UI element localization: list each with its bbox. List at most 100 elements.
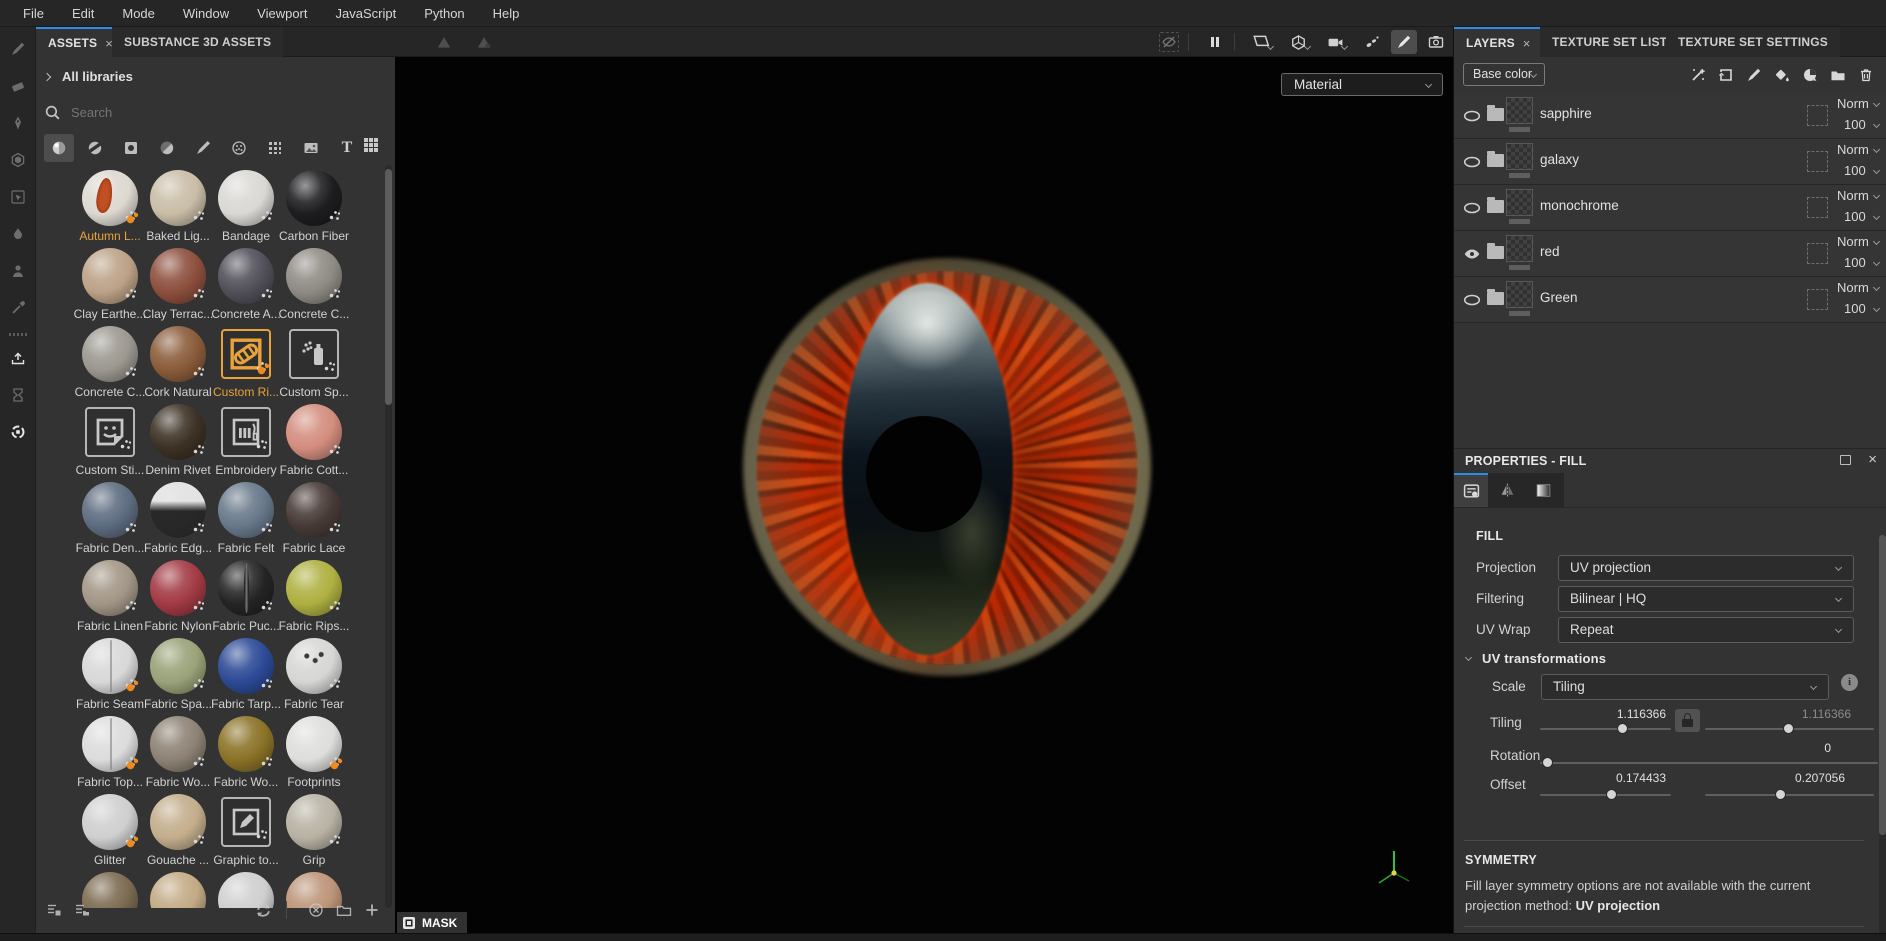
opacity-value[interactable]: 100 (1844, 255, 1866, 270)
mask-placeholder-icon[interactable] (1807, 151, 1828, 172)
grid-view-icon[interactable] (363, 137, 379, 153)
layer-name[interactable]: galaxy (1540, 152, 1579, 167)
tab-texture-set-settings[interactable]: TEXTURE SET SETTINGS (1666, 27, 1841, 57)
scrollbar-thumb[interactable] (385, 169, 392, 405)
rotation-slider[interactable] (1540, 757, 1878, 768)
particles-icon[interactable] (1359, 30, 1385, 54)
menu-viewport[interactable]: Viewport (244, 2, 320, 25)
patterns-filter-icon[interactable] (260, 134, 290, 162)
fonts-filter-icon[interactable]: T (332, 134, 362, 162)
filtering-select[interactable]: Bilinear | HQ (1558, 586, 1854, 612)
asset-item[interactable]: Fabric Tarp... (211, 637, 281, 715)
asset-item[interactable]: Fabric Wo... (144, 715, 212, 793)
blend-mode-dropdown[interactable]: Norm (1837, 142, 1869, 157)
asset-item[interactable]: Fabric Den... (76, 481, 144, 559)
opacity-value[interactable]: 100 (1844, 301, 1866, 316)
layer-row[interactable]: Green Norm 100 (1454, 277, 1886, 323)
textures-filter-icon[interactable] (296, 134, 326, 162)
asset-item[interactable]: Fabric Seam (76, 637, 144, 715)
asset-item[interactable]: Concrete C... (75, 325, 145, 403)
asset-item[interactable]: Carbon Fiber (279, 169, 349, 247)
asset-item[interactable]: Clay Terrac... (143, 247, 213, 325)
asset-item[interactable]: Fabric Top... (76, 715, 144, 793)
tiling-y-slider[interactable] (1705, 723, 1874, 734)
menu-window[interactable]: Window (170, 2, 242, 25)
display-settings-icon[interactable] (1248, 30, 1274, 54)
smart-materials-filter-icon[interactable] (80, 134, 110, 162)
tiling-x-slider[interactable] (1540, 723, 1671, 734)
projection-select[interactable]: UV projection (1558, 555, 1854, 581)
asset-item[interactable]: Cork Natural (144, 325, 212, 403)
tab-substance-3d-assets[interactable]: SUBSTANCE 3D ASSETS (112, 27, 284, 57)
isolate-selection-icon[interactable] (1156, 30, 1182, 54)
menu-python[interactable]: Python (411, 2, 477, 25)
offset-x-slider[interactable] (1540, 789, 1671, 800)
fill-settings-tab-icon[interactable] (1454, 473, 1488, 507)
asset-item[interactable]: Fabric Rips... (279, 559, 349, 637)
add-group-icon[interactable] (1826, 63, 1850, 87)
eraser-tool-icon[interactable] (0, 71, 36, 101)
brushes-filter-icon[interactable] (188, 134, 218, 162)
asset-item[interactable]: Custom Ri... (212, 325, 280, 403)
visibility-off-icon[interactable] (1463, 107, 1481, 125)
asset-item[interactable]: Custom Sp... (279, 325, 349, 403)
layer-thumbnail[interactable] (1506, 97, 1533, 124)
layer-name[interactable]: red (1540, 244, 1560, 259)
history-icon[interactable] (0, 380, 36, 410)
slider-knob[interactable] (1775, 789, 1786, 800)
detach-panel-icon[interactable] (1840, 455, 1851, 465)
asset-item[interactable]: Clay Earthe... (74, 247, 146, 325)
properties-scrollbar[interactable] (1879, 535, 1886, 933)
slider-knob[interactable] (1542, 757, 1553, 768)
menu-javascript[interactable]: JavaScript (322, 2, 409, 25)
opacity-value[interactable]: 100 (1844, 117, 1866, 132)
asset-item[interactable]: Fabric Felt (212, 481, 280, 559)
asset-item[interactable]: Gouache ... (144, 793, 212, 871)
layer-name[interactable]: monochrome (1540, 198, 1619, 213)
import-resources-icon[interactable] (360, 899, 384, 921)
blend-mode-dropdown[interactable]: Norm (1837, 234, 1869, 249)
rotation-value[interactable]: 0 (1540, 741, 1831, 755)
add-smart-mask-icon[interactable] (1686, 63, 1710, 87)
layer-name[interactable]: Green (1540, 290, 1578, 305)
blend-mode-dropdown[interactable]: Norm (1837, 188, 1869, 203)
opacity-value[interactable]: 100 (1844, 209, 1866, 224)
asset-item[interactable]: Fabric Puc... (212, 559, 280, 637)
asset-item[interactable]: Fabric Spa... (144, 637, 212, 715)
paint-brush-icon[interactable] (1391, 30, 1417, 54)
environment-rotate-icon[interactable] (431, 30, 457, 54)
navigation-gizmo[interactable] (1371, 845, 1417, 891)
offset-y-slider[interactable] (1705, 789, 1874, 800)
visibility-off-icon[interactable] (1463, 199, 1481, 217)
blend-mode-dropdown[interactable]: Norm (1837, 96, 1869, 111)
add-smart-material-icon[interactable] (1798, 63, 1822, 87)
material-picker-tool-icon[interactable] (0, 293, 36, 323)
paint-tool-icon[interactable] (0, 34, 36, 64)
sync-resources-icon[interactable] (251, 899, 275, 921)
slider-knob[interactable] (1783, 723, 1794, 734)
asset-item[interactable]: Footprints (280, 715, 348, 793)
search-bar[interactable] (44, 101, 344, 123)
add-effect-icon[interactable] (1714, 63, 1738, 87)
layer-row[interactable]: sapphire Norm 100 (1454, 93, 1886, 139)
smart-masks-filter-icon[interactable] (116, 134, 146, 162)
alphas-filter-icon[interactable] (224, 134, 254, 162)
asset-item[interactable]: Concrete C... (279, 247, 349, 325)
library-selector[interactable]: All libraries (42, 69, 133, 84)
asset-item[interactable]: Custom Sti... (76, 403, 144, 481)
tab-texture-set-list[interactable]: TEXTURE SET LIST (1540, 27, 1680, 57)
asset-item[interactable]: Fabric Lace (280, 481, 348, 559)
layer-name[interactable]: sapphire (1540, 106, 1592, 121)
asset-item[interactable]: Fabric Linen (76, 559, 144, 637)
visibility-off-icon[interactable] (1463, 153, 1481, 171)
mask-placeholder-icon[interactable] (1807, 197, 1828, 218)
mask-placeholder-icon[interactable] (1807, 289, 1828, 310)
menu-file[interactable]: File (10, 2, 57, 25)
delete-layer-icon[interactable] (1854, 63, 1878, 87)
new-folder-icon[interactable] (332, 899, 356, 921)
asset-item[interactable]: Fabric Nylon (144, 559, 212, 637)
add-collection-icon[interactable] (70, 899, 94, 921)
visibility-off-icon[interactable] (1463, 291, 1481, 309)
asset-item[interactable]: Glitter (76, 793, 144, 871)
lock-ratio-button[interactable] (1675, 709, 1700, 732)
